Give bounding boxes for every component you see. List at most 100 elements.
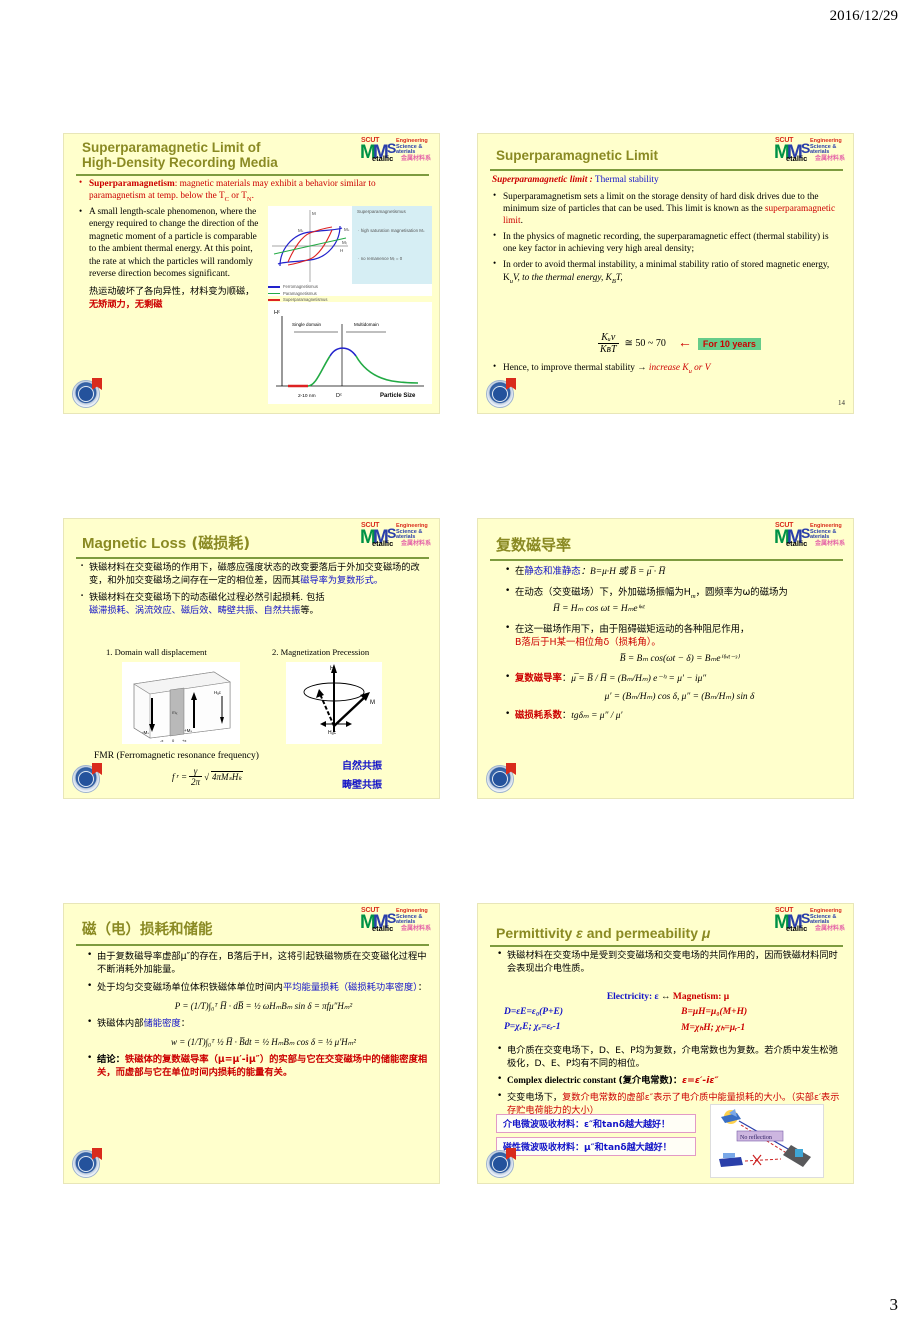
logo-line-metallic: etallic (372, 539, 394, 548)
logo-letter-s: S (801, 140, 811, 156)
page-title: Superparamagnetic Limit (496, 148, 786, 163)
svg-text:+x: +x (182, 738, 186, 743)
figure-magnetization-precession: H M Hₐc (286, 662, 382, 744)
figure-domain-wall-displacement: -Mₛ +Mₛ mₓ Hₐc -x 0 +x (122, 662, 240, 744)
panel-bullet-2: · no remanence Mᵣ = 0 (358, 256, 403, 261)
fmr-formula: fr = γ 2π √ 4πMₛHₖ (172, 766, 244, 787)
chinese-note-red: 无矫顽力，无剩磁 (89, 299, 163, 311)
list-item: Superparamagnetism: magnetic materials m… (78, 177, 430, 204)
university-seal-logo (486, 378, 516, 408)
logo-chinese-text: 金属材料系 (401, 541, 432, 547)
list-item: 铁磁材料在交变磁场下的动态磁化过程必然引起损耗. 包括磁滞损耗、涡流效应、磁后效… (78, 588, 430, 617)
hysteresis-side-panel: Superparamagnetismus · high saturation m… (352, 206, 432, 284)
page-title: Magnetic Loss (磁损耗) (82, 535, 372, 553)
logo-line-materials: aterials (396, 919, 416, 925)
bullet-text-black2: 等。 (300, 605, 319, 617)
svg-text:Single domain: Single domain (292, 322, 322, 327)
b0-black: 由于复数磁导率虚部μ″的存在，B落后于H，这将引起铁磁物质在交变磁化过程中不断消… (97, 951, 427, 976)
list-item: Hence, to improve thermal stability → in… (492, 361, 844, 376)
list-item: A small length-scale phenomenon, where t… (78, 205, 263, 281)
page-title: 复数磁导率 (496, 536, 572, 554)
slide-complex-permeability[interactable]: SCUT M M S Engineering Science & aterial… (477, 518, 854, 799)
eq-row-2-left: P=χₑE; χₑ=εᵣ-1 (504, 1022, 561, 1032)
slide-loss-and-storage[interactable]: SCUT M M S Engineering Science & aterial… (63, 903, 440, 1184)
b1-formula: P = (1/T)∫₀ᵀ H̅ · dB̅ = ½ ωHₘBₘ sin δ = … (174, 1000, 353, 1011)
bullet-text-red-tail: or V (691, 363, 711, 373)
svg-text:M: M (312, 211, 316, 216)
b0-black2: ：B=μ·H 或 (580, 567, 630, 577)
legend-label: Paramagnetismus (283, 290, 317, 296)
page-title-en: Magnetic Loss (82, 535, 187, 552)
b2-blue: 储能密度 (143, 1018, 181, 1030)
fmr-den: 2π (191, 777, 201, 787)
sqrt-icon: √ (204, 771, 210, 782)
bullet-text-blue: 磁导率为复数形式。 (300, 575, 383, 587)
list-item: 铁磁材料在交变场中是受到交变磁场和交变电场的共同作用的，因而铁磁材料同时会表现出… (496, 948, 844, 975)
chinese-note-black: 热运动破坏了各向异性，材料变为顺磁， (89, 285, 255, 297)
b0-black: 铁磁材料在交变场中是受到交变磁场和交变电场的共同作用的，因而铁磁材料同时会表现出… (507, 950, 838, 975)
svg-text:Hₐc: Hₐc (328, 730, 336, 736)
slide-superparamagnetic-limit[interactable]: SCUT M M S Engineering Science & aterial… (477, 133, 854, 414)
b0-black1: 在 (515, 566, 525, 577)
formula-denominator: KʙT (600, 344, 617, 355)
b1-black2: ，圆频率为ω的磁场为 (695, 587, 788, 599)
university-seal-logo (72, 378, 102, 408)
formula-rhs: ≅ 50 ~ 70 (624, 338, 666, 349)
bullet-list: 由于复数磁导率虚部μ″的存在，B落后于H，这将引起铁磁物质在交变磁化过程中不断消… (86, 949, 430, 1080)
bullet-tail: . (251, 191, 254, 202)
list-item: 铁磁材料在交变磁场的作用下，磁感应强度状态的改变要落后于外加交变磁场的改变，和外… (78, 558, 430, 587)
particle-size-svg: Hᶜ Single domain Multidomain 2-10 nm Dᶜ … (268, 302, 432, 404)
bullet-text-mid: V, to the thermal energy, K (512, 272, 612, 283)
list-item: 在动态（交变磁场）下，外加磁场振幅为Hm，圆频率为ω的磁场为 H̅ = Hₘ c… (504, 585, 844, 616)
b2-cn: (复介电常数)： (618, 1075, 683, 1087)
slide-permittivity-and-permeability[interactable]: SCUT M M S Engineering Science & aterial… (477, 903, 854, 1184)
list-item: 复数磁导率：μ̅ = B̅ / H̅ = (Bₘ/Hₘ) e⁻ⁱᶟ = μ′ −… (504, 671, 844, 705)
page-title: 磁（电）损耗和储能 (82, 922, 213, 938)
slide-magnetic-loss[interactable]: SCUT M M S Engineering Science & aterial… (63, 518, 440, 799)
bullet-list-last: Hence, to improve thermal stability → in… (492, 361, 844, 376)
figure-hysteresis-loops: M Mₛ Mₛ Mᵣ H Superparamagnetismus · high… (268, 206, 432, 302)
b1-black: 电介质在交变电场下，D、E、P均为复数，介电常数也为复数。若介质中发生松弛极化，… (507, 1045, 838, 1070)
for-10-years-tag: For 10 years (697, 337, 761, 350)
logo-line-metallic: etallic (786, 154, 808, 163)
formula-fraction: Kᵤv KʙT (598, 332, 619, 355)
eq-row-2-right: M=χₕH; χₕ=μᵣ-1 (681, 1023, 746, 1033)
b2-red: B落后于H某一相位角δ（损耗角）。 (515, 637, 661, 649)
b3-black: 交变电场下， (507, 1092, 563, 1104)
formula-numerator: Kᵤv (598, 332, 619, 344)
logo-letter-s: S (387, 525, 397, 541)
slide-superparamagnetic-limit-of-high-density-recording-media[interactable]: SCUT M M S Engineering Science & aterial… (63, 133, 440, 414)
fmr-lhs-sub: r (176, 773, 179, 780)
b1-black1: 处于均匀交变磁场单位体积铁磁体单位时间内 (97, 982, 283, 994)
list-item: 铁磁体内部储能密度： w = (1/T)∫₀ᵀ ½ H̅ · B̅dt = ½ … (86, 1016, 430, 1048)
logo-chinese-text: 金属材料系 (815, 541, 846, 547)
seal-ribbon (92, 378, 102, 390)
eq-head-arrow-icon: ↔ (658, 992, 673, 1002)
bullet-list: 在静态和准静态：B=μ·H 或 B̅ = μ̅ · H̅ 在动态（交变磁场）下，… (504, 564, 844, 723)
svg-text:-Mₛ: -Mₛ (142, 730, 149, 735)
precession-svg: H M Hₐc (286, 662, 382, 744)
page-title-cn: (磁损耗) (186, 534, 251, 552)
svg-text:-x: -x (160, 738, 163, 743)
seal-ribbon (506, 378, 516, 390)
bullet-list: Superparamagnetism sets a limit on the s… (492, 190, 844, 286)
page-title-part-b: and permeability (582, 925, 702, 941)
svg-text:Dᶜ: Dᶜ (336, 393, 342, 399)
bullet-text-blue: 磁滞损耗、涡流效应、磁后效、畴壁共振、自然共振 (89, 605, 301, 617)
logo-letter-s: S (801, 910, 811, 926)
subheading-red: Superparamagnetic limit : (492, 175, 593, 185)
bullet-text-black: Hence, to improve thermal stability → (503, 363, 649, 373)
list-item: 磁损耗系数：tgδₘ = μ″ / μ′ (504, 708, 844, 723)
svg-text:H: H (340, 248, 343, 253)
page-title-mu: μ (701, 925, 711, 941)
seal-ribbon (92, 763, 102, 775)
bullet-text: In the physics of magnetic recording, th… (503, 232, 829, 255)
logo-letter-s: S (387, 910, 397, 926)
fmr-radicand: 4πMₛHₖ (211, 770, 244, 782)
university-seal-logo (72, 1148, 102, 1178)
eq-row-1-left: D=εE=ε₀(P+E) (504, 1007, 564, 1017)
svg-text:Mₛ: Mₛ (298, 228, 304, 233)
logo-line-materials: aterials (810, 919, 830, 925)
highlight-boxes: 介电微波吸收材料：ε″和tanδ越大越好！ 磁性微波吸收材料：μ″和tanδ越大… (496, 1114, 696, 1160)
page-title-line1: Superparamagnetic Limit of (82, 140, 261, 155)
